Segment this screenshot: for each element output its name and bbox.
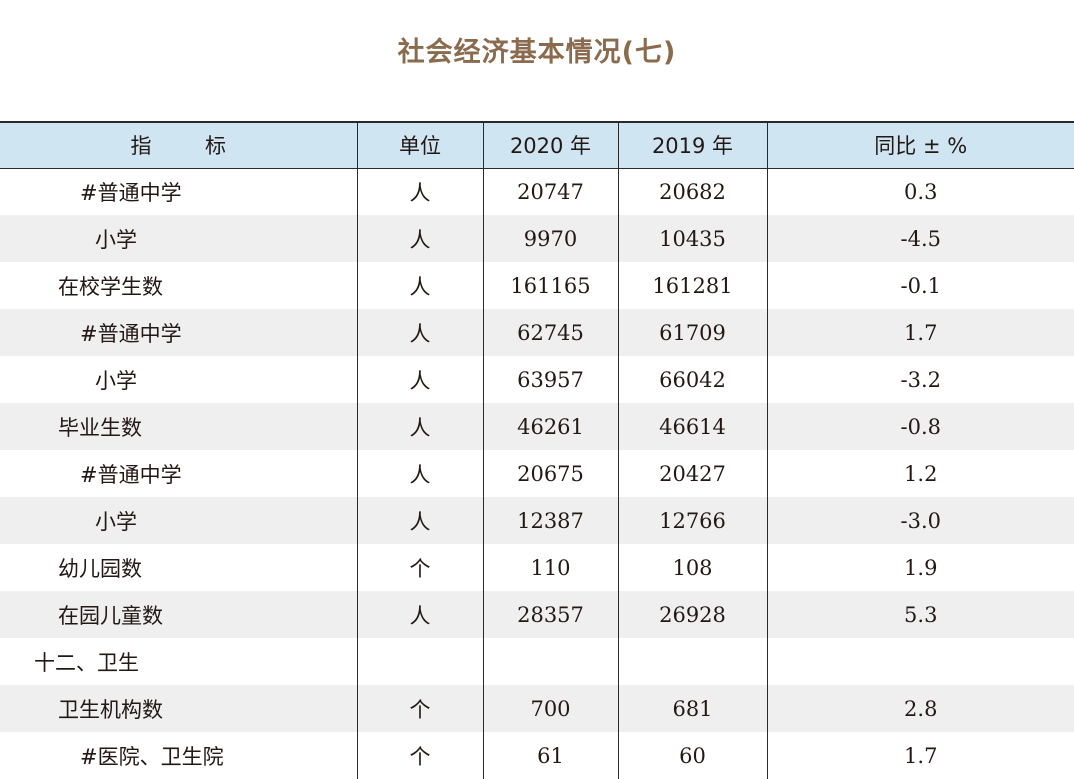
yoy-cell: -3.2 [900,367,942,392]
value-2019-cell [618,638,768,685]
indicator-cell: 小学 [0,497,358,544]
yoy-cell: 0.3 [904,179,938,204]
value-2019-cell: 60 [618,732,768,779]
unit-cell [357,638,484,685]
yoy-cell: -0.8 [900,414,942,439]
indicator-cell: 小学 [0,215,358,262]
unit-cell: 人 [357,356,484,403]
value-2020-cell: 700 [483,685,619,732]
yoy-cell: -4.5 [900,226,942,251]
indicator-cell: #普通中学 [0,309,358,356]
yoy-cell: 1.2 [904,461,938,486]
table-row: #普通中学 人 62745 61709 1.7 [0,309,1074,356]
unit-cell: 人 [357,262,484,309]
table-row: #普通中学 人 20675 20427 1.2 [0,450,1074,497]
value-2019-cell: 161281 [618,262,768,309]
indicator-cell: #普通中学 [0,450,358,497]
statistics-table: 指 标 单位 2020 年 2019 年 同比 ± % #普通中学 人 2074… [0,121,1074,779]
unit-cell: 个 [357,685,484,732]
indicator-cell: 在园儿童数 [0,591,358,638]
value-2020-cell: 63957 [483,356,619,403]
column-header-yoy: 同比 ± % [767,121,1074,169]
value-2020-cell: 110 [483,544,619,591]
unit-cell: 人 [357,450,484,497]
unit-cell: 人 [357,215,484,262]
table-row: #普通中学 人 20747 20682 0.3 [0,168,1074,215]
yoy-cell: 1.7 [904,320,938,345]
value-2020-cell: 161165 [483,262,619,309]
yoy-cell: -0.1 [900,273,942,298]
table-row: #医院、卫生院 个 61 60 1.7 [0,732,1074,779]
table-row: 幼儿园数 个 110 108 1.9 [0,544,1074,591]
value-2019-cell: 20682 [618,168,768,215]
section-header-row: 十二、卫生 [0,638,1074,685]
table-row: 小学 人 63957 66042 -3.2 [0,356,1074,403]
page-title: 社会经济基本情况(七) [397,37,677,68]
indicator-cell: 幼儿园数 [0,544,358,591]
yoy-cell: 1.9 [904,555,938,580]
indicator-cell: 毕业生数 [0,403,358,450]
value-2019-cell: 20427 [618,450,768,497]
unit-cell: 人 [357,168,484,215]
value-2019-cell: 61709 [618,309,768,356]
indicator-cell: 卫生机构数 [0,685,358,732]
yoy-cell: 2.8 [904,696,938,721]
value-2020-cell: 46261 [483,403,619,450]
value-2019-cell: 681 [618,685,768,732]
column-header-unit: 单位 [357,121,484,169]
value-2019-cell: 108 [618,544,768,591]
value-2019-cell: 46614 [618,403,768,450]
table-row: 小学 人 12387 12766 -3.0 [0,497,1074,544]
table-row: 毕业生数 人 46261 46614 -0.8 [0,403,1074,450]
column-header-2019: 2019 年 [618,121,768,169]
value-2020-cell: 28357 [483,591,619,638]
unit-cell: 人 [357,309,484,356]
value-2020-cell: 12387 [483,497,619,544]
indicator-cell: 在校学生数 [0,262,358,309]
indicator-cell: #普通中学 [0,168,358,215]
unit-cell: 个 [357,544,484,591]
section-label: 十二、卫生 [0,638,358,685]
unit-cell: 个 [357,732,484,779]
table-header-row: 指 标 单位 2020 年 2019 年 同比 ± % [0,121,1074,169]
unit-cell: 人 [357,403,484,450]
value-2020-cell: 20675 [483,450,619,497]
value-2020-cell: 9970 [483,215,619,262]
table-row: 在校学生数 人 161165 161281 -0.1 [0,262,1074,309]
table-row: 在园儿童数 人 28357 26928 5.3 [0,591,1074,638]
yoy-cell: -3.0 [900,508,942,533]
value-2019-cell: 10435 [618,215,768,262]
value-2020-cell: 62745 [483,309,619,356]
value-2020-cell: 20747 [483,168,619,215]
yoy-cell: 5.3 [904,602,938,627]
column-header-2020: 2020 年 [483,121,619,169]
table-row: 小学 人 9970 10435 -4.5 [0,215,1074,262]
yoy-cell: 1.7 [904,743,938,768]
unit-cell: 人 [357,497,484,544]
value-2019-cell: 12766 [618,497,768,544]
table-row: 卫生机构数 个 700 681 2.8 [0,685,1074,732]
indicator-cell: 小学 [0,356,358,403]
value-2019-cell: 66042 [618,356,768,403]
unit-cell: 人 [357,591,484,638]
value-2020-cell [483,638,619,685]
column-header-indicator: 指 标 [0,121,358,169]
yoy-cell [767,638,1074,685]
value-2019-cell: 26928 [618,591,768,638]
value-2020-cell: 61 [483,732,619,779]
indicator-cell: #医院、卫生院 [0,732,358,779]
